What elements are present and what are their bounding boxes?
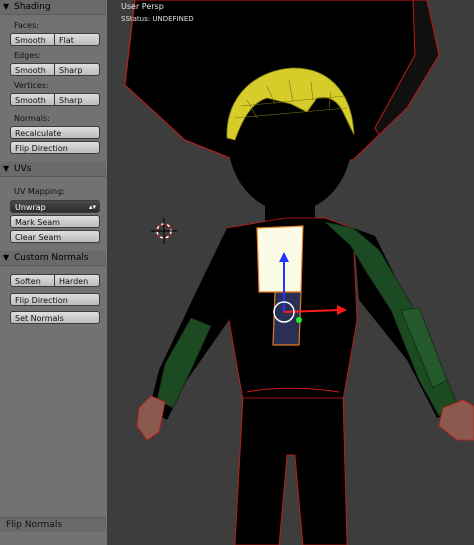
harden-button[interactable]: Harden	[55, 274, 100, 287]
3d-viewport[interactable]: User Persp SStatus: UNDEFINED	[107, 0, 474, 545]
vertices-sharp-button[interactable]: Sharp	[55, 93, 100, 106]
edges-sharp-button[interactable]: Sharp	[55, 63, 100, 76]
unwrap-dropdown-label: Unwrap	[15, 203, 46, 212]
3d-cursor-icon	[151, 218, 177, 244]
normals-label: Normals:	[14, 114, 50, 123]
triangle-down-icon: ▼	[3, 253, 10, 262]
faces-smooth-button[interactable]: Smooth	[10, 33, 55, 46]
viewport-status: SStatus: UNDEFINED	[121, 15, 194, 23]
set-normals-button[interactable]: Set Normals	[10, 311, 100, 324]
edges-label: Edges:	[14, 51, 41, 60]
faces-label: Faces:	[14, 21, 39, 30]
flip-direction-button[interactable]: Flip Direction	[10, 141, 100, 154]
faces-flat-button[interactable]: Flat	[55, 33, 100, 46]
uvs-panel-title: UVs	[14, 164, 32, 174]
triangle-down-icon: ▼	[3, 2, 10, 11]
character-legs	[234, 397, 348, 545]
soften-button[interactable]: Soften	[10, 274, 55, 287]
vertices-label: Vertices:	[14, 81, 49, 90]
selected-faces	[256, 225, 304, 293]
clear-seam-button[interactable]: Clear Seam	[10, 230, 100, 243]
last-operator-panel-body	[0, 532, 106, 545]
unwrap-dropdown[interactable]: Unwrap ▴▾	[10, 200, 100, 213]
custom-normals-panel-header[interactable]: ▼ Custom Normals	[0, 251, 106, 266]
recalculate-button[interactable]: Recalculate	[10, 126, 100, 139]
edges-smooth-button[interactable]: Smooth	[10, 63, 55, 76]
viewport-title: User Persp	[121, 2, 164, 11]
tool-shelf: ▼ Shading Faces: Smooth Flat Edges: Smoo…	[0, 0, 108, 545]
last-operator-panel-header[interactable]: Flip Normals	[0, 517, 106, 532]
last-operator-title: Flip Normals	[6, 520, 63, 530]
triangle-down-icon: ▼	[3, 164, 10, 173]
custom-flip-direction-button[interactable]: Flip Direction	[10, 293, 100, 306]
shading-panel-header[interactable]: ▼ Shading	[0, 0, 106, 15]
custom-normals-panel-title: Custom Normals	[14, 253, 89, 263]
uv-mapping-label: UV Mapping:	[14, 187, 65, 196]
up-down-arrows-icon: ▴▾	[88, 203, 96, 211]
viewport-scene	[124, 0, 474, 545]
hand-left	[136, 395, 166, 441]
vertices-smooth-button[interactable]: Smooth	[10, 93, 55, 106]
shading-panel-title: Shading	[14, 2, 51, 12]
mark-seam-button[interactable]: Mark Seam	[10, 215, 100, 228]
uvs-panel-header[interactable]: ▼ UVs	[0, 162, 106, 177]
